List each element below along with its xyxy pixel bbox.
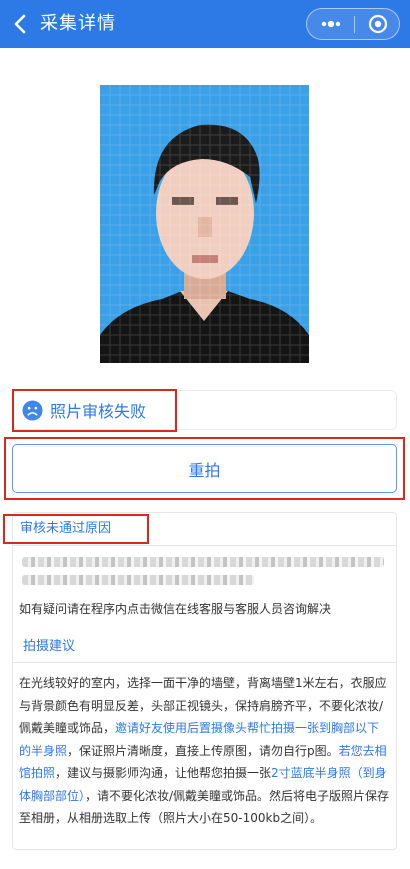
target-icon[interactable] xyxy=(363,13,393,35)
tips-text: ，保证照片清晰度，直接上传原图，请勿自行p图。 xyxy=(67,743,339,758)
capsule-divider xyxy=(354,16,355,33)
status-text: 照片审核失败 xyxy=(50,402,147,421)
retake-button[interactable]: 重拍 xyxy=(12,444,397,493)
tips-text: ，建议与摄影师沟通，让他帮您拍摄一张 xyxy=(55,766,272,780)
id-photo xyxy=(100,85,309,363)
tips-body: 在光线较好的室内，选择一面干净的墙壁，背离墙壁1米左右，衣服应与背景颜色有明显反… xyxy=(19,672,391,830)
reason-title: 审核未通过原因 xyxy=(20,521,112,536)
mini-program-capsule xyxy=(306,8,400,40)
reason-divider xyxy=(12,545,397,546)
status-row: 照片审核失败 xyxy=(22,396,146,424)
contact-text: 如有疑问请在程序内点击微信在线客服与客服人员咨询解决 xyxy=(19,602,332,616)
tips-title: 拍摄建议 xyxy=(23,639,76,654)
more-dots-icon[interactable] xyxy=(316,13,346,35)
sad-face-icon xyxy=(22,399,43,421)
blurred-reason-line xyxy=(22,557,384,567)
page-title: 采集详情 xyxy=(40,13,116,34)
back-icon[interactable] xyxy=(10,12,32,36)
blurred-reason-line xyxy=(22,575,254,585)
nav-bar: 采集详情 xyxy=(0,0,410,48)
tips-divider xyxy=(12,662,397,663)
